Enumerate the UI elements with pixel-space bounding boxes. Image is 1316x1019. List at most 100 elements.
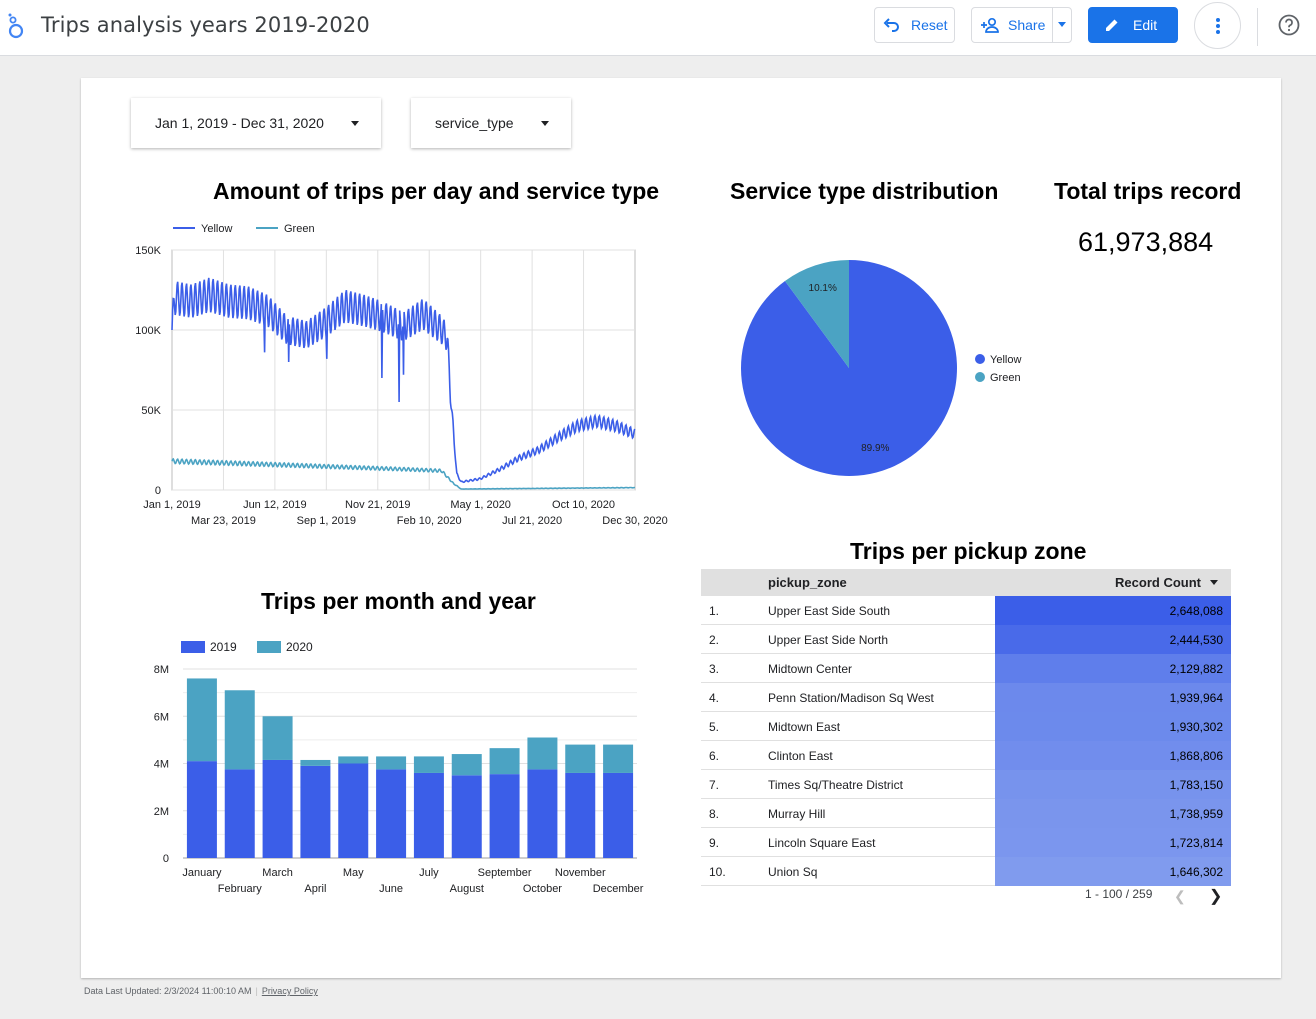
share-button[interactable]: Share [971,7,1072,43]
bar-2019-august[interactable] [451,775,482,858]
series-line-yellow[interactable] [171,277,636,484]
y-tick-label: 150K [135,245,161,257]
pickup-zone-cell: Midtown East [768,720,841,734]
table-row[interactable]: 7. Times Sq/Theatre District 1,783,150 [701,770,1231,799]
pie-data-label: 89.9% [861,443,889,454]
chevron-left-icon[interactable]: ❮ [1174,888,1186,905]
x-tick-label: Jan 1, 2019 [143,499,201,511]
bar-2019-september[interactable] [489,774,520,858]
bar-2020-october[interactable] [527,737,558,770]
record-count-cell: 2,444,530 [1169,633,1223,647]
toolbar-divider [1257,8,1258,46]
table-header: pickup_zone Record Count [701,569,1231,596]
bar-2019-july[interactable] [413,772,444,858]
column-header-record-count[interactable]: Record Count [1115,575,1201,590]
last-updated-text: Data Last Updated: 2/3/2024 11:00:10 AM [84,986,252,996]
bar-2019-march[interactable] [262,759,293,858]
help-icon[interactable] [1278,14,1300,36]
bar-2020-january[interactable] [186,678,217,762]
x-tick-label: Feb 10, 2020 [397,515,462,527]
chevron-right-icon[interactable]: ❯ [1209,886,1222,906]
pickup-zone-cell: Upper East Side South [768,604,891,618]
table-row[interactable]: 10. Union Sq 1,646,302 [701,857,1231,886]
record-count-cell: 1,783,150 [1169,778,1223,792]
bar-2019-june[interactable] [376,769,407,858]
pie-data-label: 10.1% [809,283,837,294]
pickup-zone-cell: Murray Hill [768,807,826,821]
y-tick-label: 100K [135,325,161,337]
service-type-filter[interactable]: service_type [411,98,571,148]
table-row[interactable]: 9. Lincoln Square East 1,723,814 [701,828,1231,857]
bar-2019-january[interactable] [186,761,217,858]
date-dropdown-icon [351,121,359,126]
more-vert-icon [1215,17,1220,34]
row-index: 8. [709,807,720,821]
y-tick-label: 6M [154,711,169,723]
bar-2020-november[interactable] [565,744,596,773]
bar-2019-october[interactable] [527,769,558,858]
bar-2019-april[interactable] [300,765,331,858]
row-index: 4. [709,691,720,705]
table-row[interactable]: 4. Penn Station/Madison Sq West 1,939,964 [701,683,1231,712]
legend-dot-green [975,372,985,382]
privacy-policy-link[interactable]: Privacy Policy [262,986,318,996]
date-range-value: Jan 1, 2019 - Dec 31, 2020 [155,115,324,131]
record-count-cell: 1,738,959 [1169,807,1223,821]
bar-2020-august[interactable] [451,754,482,776]
bar-2020-june[interactable] [376,756,407,770]
bar-2019-may[interactable] [338,763,369,859]
bar-2020-may[interactable] [338,756,369,764]
bar-2020-march[interactable] [262,716,293,760]
report-title[interactable]: Trips analysis years 2019-2020 [41,13,370,37]
reset-button[interactable]: Reset [874,7,955,43]
edit-button[interactable]: Edit [1088,7,1178,43]
pencil-icon [1106,19,1118,31]
pickup-zone-cell: Times Sq/Theatre District [768,778,903,792]
share-label: Share [1008,17,1046,33]
bar-2020-december[interactable] [603,744,634,773]
bar-2020-july[interactable] [413,756,444,773]
row-index: 7. [709,778,720,792]
table-row[interactable]: 8. Murray Hill 1,738,959 [701,799,1231,828]
sort-desc-icon[interactable] [1210,580,1218,585]
x-tick-label: Nov 21, 2019 [345,499,410,511]
bar-2020-april[interactable] [300,759,331,766]
table-row[interactable]: 6. Clinton East 1,868,806 [701,741,1231,770]
table-row[interactable]: 1. Upper East Side South 2,648,088 [701,596,1231,625]
x-tick-label: June [379,883,403,895]
x-tick-label: July [419,867,439,879]
row-index: 1. [709,604,720,618]
y-tick-label: 4M [154,759,169,771]
table-row[interactable]: 3. Midtown Center 2,129,882 [701,654,1231,683]
x-tick-label: Oct 10, 2020 [552,499,615,511]
bar-2020-february[interactable] [224,690,255,770]
table-row[interactable]: 2. Upper East Side North 2,444,530 [701,625,1231,654]
y-tick-label: 0 [163,853,169,865]
legend-label-2019: 2019 [210,640,237,654]
x-tick-label: Jun 12, 2019 [243,499,307,511]
legend-label-green: Green [284,223,315,235]
looker-studio-logo-icon[interactable] [6,12,26,40]
table-row[interactable]: 5. Midtown East 1,930,302 [701,712,1231,741]
row-index: 5. [709,720,720,734]
series-line-green[interactable] [171,457,636,490]
column-header-pickup-zone[interactable]: pickup_zone [768,575,847,590]
line-chart[interactable]: Yellow Green 0 50K 100K 150K Jan 1, 2019 Jun … [121,214,681,534]
share-dropdown-caret-icon[interactable] [1058,22,1066,27]
y-tick-label: 0 [155,485,161,497]
bar-2019-february[interactable] [224,769,255,858]
pie-chart[interactable]: 89.9% 10.1% Yellow Green [721,238,1051,498]
bar-chart[interactable]: 2019 2020 0 2M 4M 6M 8M January February March Apr… [141,633,661,903]
legend-swatch-2020 [257,641,281,653]
x-tick-label: Sep 1, 2019 [297,515,356,527]
more-options-button[interactable] [1194,2,1241,49]
bar-2019-november[interactable] [565,772,596,858]
date-range-filter[interactable]: Jan 1, 2019 - Dec 31, 2020 [131,98,381,148]
bar-2019-december[interactable] [603,772,634,858]
record-count-cell: 1,723,814 [1169,836,1223,850]
share-split-divider [1052,8,1053,42]
bar-2020-september[interactable] [489,748,520,775]
record-count-cell: 1,939,964 [1169,691,1223,705]
legend-label-green: Green [990,372,1021,384]
pickup-zone-cell: Midtown Center [768,662,853,676]
